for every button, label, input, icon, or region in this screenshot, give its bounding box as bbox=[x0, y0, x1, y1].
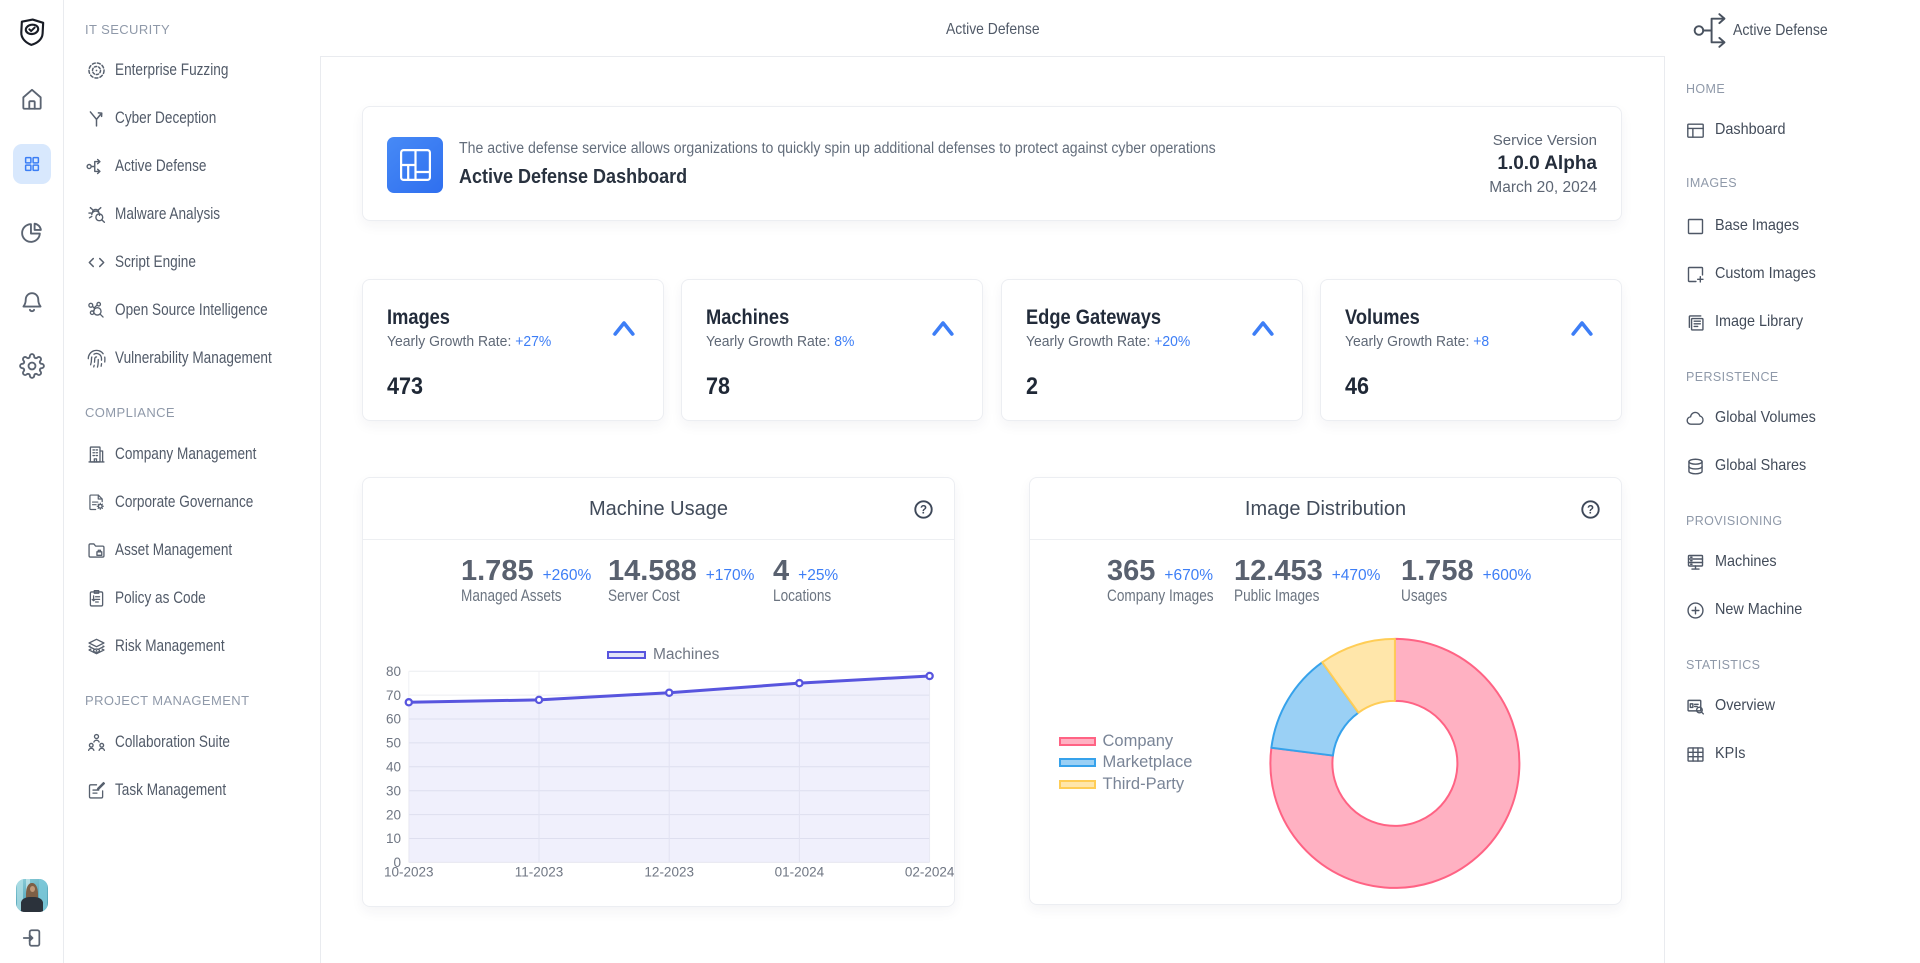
svg-text:10: 10 bbox=[386, 831, 401, 846]
svg-text:02-2024: 02-2024 bbox=[905, 865, 955, 880]
svg-text:50: 50 bbox=[386, 736, 401, 751]
svg-text:12-2023: 12-2023 bbox=[644, 865, 694, 880]
svg-text:01-2024: 01-2024 bbox=[775, 865, 825, 880]
svg-text:80: 80 bbox=[386, 664, 401, 679]
svg-text:20: 20 bbox=[386, 807, 401, 822]
svg-text:60: 60 bbox=[386, 712, 401, 727]
svg-text:10-2023: 10-2023 bbox=[384, 865, 434, 880]
svg-text:70: 70 bbox=[386, 688, 401, 703]
svg-text:11-2023: 11-2023 bbox=[515, 865, 564, 880]
svg-text:30: 30 bbox=[386, 783, 401, 798]
svg-text:40: 40 bbox=[386, 760, 401, 775]
